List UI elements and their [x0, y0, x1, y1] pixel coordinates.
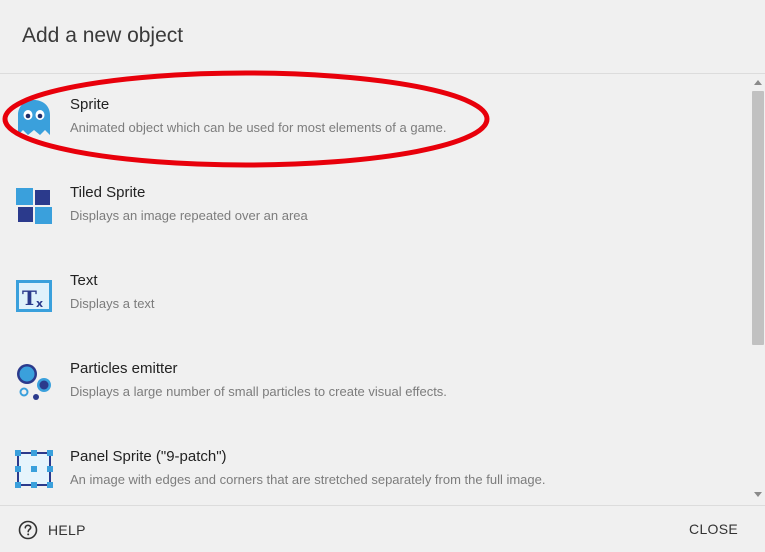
tiled-sprite-icon: [16, 188, 52, 224]
add-object-dialog: Add a new object Sprite Animated object …: [0, 0, 765, 552]
dialog-title: Add a new object: [22, 24, 184, 47]
particles-emitter-icon: [17, 364, 51, 400]
item-title: Tiled Sprite: [70, 184, 146, 201]
item-description: An image with edges and corners that are…: [70, 472, 546, 487]
list-item-particles-emitter[interactable]: Particles emitter Displays a large numbe…: [0, 338, 750, 426]
help-label: HELP: [48, 522, 86, 538]
list-item-text[interactable]: T x Text Displays a text: [0, 250, 750, 338]
close-button[interactable]: CLOSE: [689, 521, 738, 537]
item-description: Displays a text: [70, 296, 155, 311]
item-description: Animated object which can be used for mo…: [70, 120, 447, 135]
item-title: Panel Sprite ("9-patch"): [70, 448, 227, 465]
ghost-sprite-icon: [18, 100, 50, 135]
panel-sprite-icon: [15, 450, 53, 488]
item-title: Sprite: [70, 96, 110, 113]
scroll-down-arrow-icon[interactable]: [754, 492, 762, 497]
help-button[interactable]: HELP: [18, 518, 86, 542]
footer-divider: [0, 505, 765, 506]
text-object-icon: T x: [16, 280, 52, 312]
list-scrollbar[interactable]: [750, 74, 765, 505]
list-item-tiled-sprite[interactable]: Tiled Sprite Displays an image repeated …: [0, 162, 750, 250]
svg-text:x: x: [36, 297, 43, 310]
scroll-thumb[interactable]: [752, 91, 764, 345]
list-item-panel-sprite[interactable]: Panel Sprite ("9-patch") An image with e…: [0, 426, 750, 505]
item-title: Text: [70, 272, 98, 289]
svg-text:T: T: [22, 286, 37, 310]
item-description: Displays a large number of small particl…: [70, 384, 447, 399]
scroll-up-arrow-icon[interactable]: [754, 80, 762, 85]
help-circle-icon: [18, 520, 38, 540]
object-type-list: Sprite Animated object which can be used…: [0, 74, 750, 505]
item-description: Displays an image repeated over an area: [70, 208, 308, 223]
item-title: Particles emitter: [70, 360, 178, 377]
list-item-sprite[interactable]: Sprite Animated object which can be used…: [0, 74, 750, 162]
